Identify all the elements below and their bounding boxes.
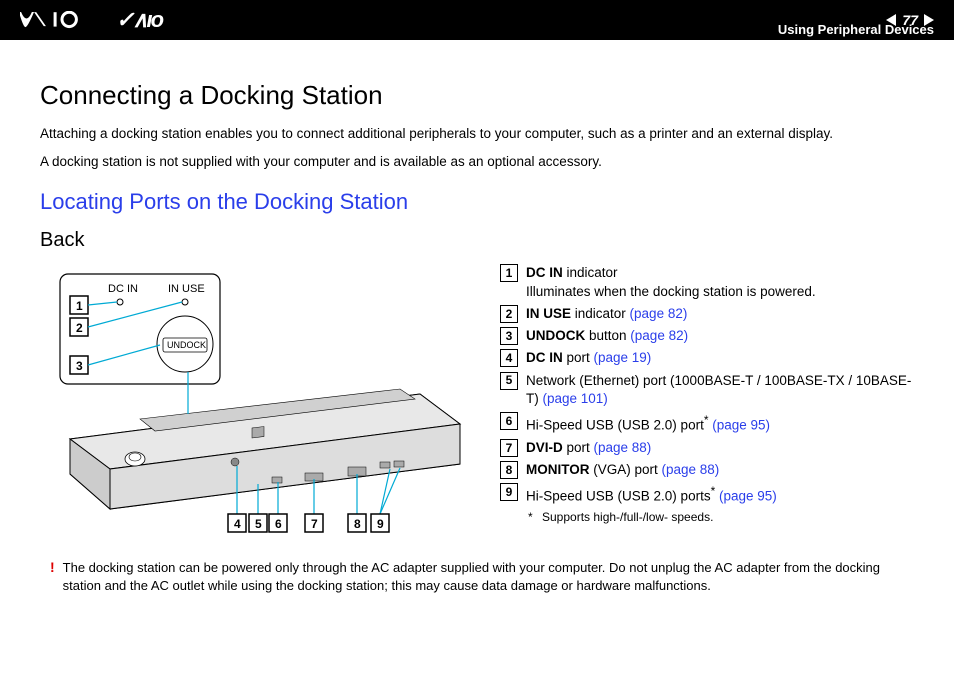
legend-text: UNDOCK button (page 82) [526, 327, 688, 345]
legend-number-box: 6 [500, 412, 518, 430]
label-in-use: IN USE [168, 283, 205, 295]
page-link[interactable]: (page 82) [630, 306, 688, 321]
svg-text:4: 4 [234, 517, 241, 531]
legend-text: IN USE indicator (page 82) [526, 305, 687, 323]
legend-number-box: 5 [500, 372, 518, 390]
label-undock: UNDOCK [167, 340, 206, 350]
diagram-column: DC IN IN USE UNDOCK 1 2 3 [40, 264, 480, 539]
intro-para-2: A docking station is not supplied with y… [40, 153, 914, 171]
legend-item: 5 Network (Ethernet) port (1000BASE-T / 1… [500, 372, 914, 408]
legend-item: 9 Hi-Speed USB (USB 2.0) ports* (page 95) [500, 483, 914, 506]
page-link[interactable]: (page 19) [594, 350, 652, 365]
legend-item: 2 IN USE indicator (page 82) [500, 305, 914, 323]
legend-item: 8 MONITOR (VGA) port (page 88) [500, 461, 914, 479]
header-bar: ✓∧ıo 77 Using Peripheral Devices [0, 0, 954, 40]
legend-item: 7 DVI-D port (page 88) [500, 439, 914, 457]
page-link[interactable]: (page 95) [712, 417, 770, 432]
warning-row: ! The docking station can be powered onl… [40, 559, 914, 594]
legend-number-box: 1 [500, 264, 518, 282]
legend-number-box: 8 [500, 461, 518, 479]
footnote: *Supports high-/full-/low- speeds. [528, 510, 914, 524]
page-title: Connecting a Docking Station [40, 80, 914, 111]
legend-item: 1 DC IN indicatorIlluminates when the doc… [500, 264, 914, 300]
view-label: Back [40, 229, 914, 252]
legend-text: MONITOR (VGA) port (page 88) [526, 461, 719, 479]
legend-number-box: 9 [500, 483, 518, 501]
legend-text: DC IN indicatorIlluminates when the dock… [526, 264, 816, 300]
legend-text: Hi-Speed USB (USB 2.0) ports* (page 95) [526, 483, 777, 506]
page-link[interactable]: (page 95) [719, 489, 777, 504]
legend-number-box: 7 [500, 439, 518, 457]
legend-text: DVI-D port (page 88) [526, 439, 651, 457]
svg-text:8: 8 [354, 517, 361, 531]
section-subtitle: Locating Ports on the Docking Station [40, 189, 914, 215]
intro-para-1: Attaching a docking station enables you … [40, 125, 914, 143]
label-dc-in: DC IN [108, 283, 138, 295]
dock-body [70, 389, 460, 509]
vaio-logo: ✓∧ıo [20, 7, 162, 33]
breadcrumb: Using Peripheral Devices [778, 22, 934, 37]
svg-text:5: 5 [255, 517, 262, 531]
svg-text:1: 1 [76, 299, 83, 313]
legend-column: 1 DC IN indicatorIlluminates when the doc… [500, 264, 914, 523]
svg-text:7: 7 [311, 517, 318, 531]
page-link[interactable]: (page 82) [630, 328, 688, 343]
svg-text:2: 2 [76, 321, 83, 335]
legend-item: 6 Hi-Speed USB (USB 2.0) port* (page 95) [500, 412, 914, 435]
legend-number-box: 3 [500, 327, 518, 345]
legend-item: 3 UNDOCK button (page 82) [500, 327, 914, 345]
svg-text:9: 9 [377, 517, 384, 531]
page-link[interactable]: (page 101) [543, 391, 608, 406]
legend-text: Hi-Speed USB (USB 2.0) port* (page 95) [526, 412, 770, 435]
page-link[interactable]: (page 88) [662, 462, 720, 477]
content: Connecting a Docking Station Attaching a… [0, 40, 954, 605]
figure-row: DC IN IN USE UNDOCK 1 2 3 [40, 264, 914, 539]
docking-station-diagram: DC IN IN USE UNDOCK 1 2 3 [40, 264, 480, 534]
legend-item: 4 DC IN port (page 19) [500, 349, 914, 367]
legend-number-box: 2 [500, 305, 518, 323]
svg-text:3: 3 [76, 359, 83, 373]
warning-text: The docking station can be powered only … [63, 559, 904, 594]
legend-number-box: 4 [500, 349, 518, 367]
svg-text:6: 6 [275, 517, 282, 531]
warning-icon: ! [50, 559, 55, 594]
page-link[interactable]: (page 88) [594, 440, 652, 455]
legend-text: DC IN port (page 19) [526, 349, 651, 367]
legend-text: Network (Ethernet) port (1000BASE-T / 10… [526, 372, 914, 408]
